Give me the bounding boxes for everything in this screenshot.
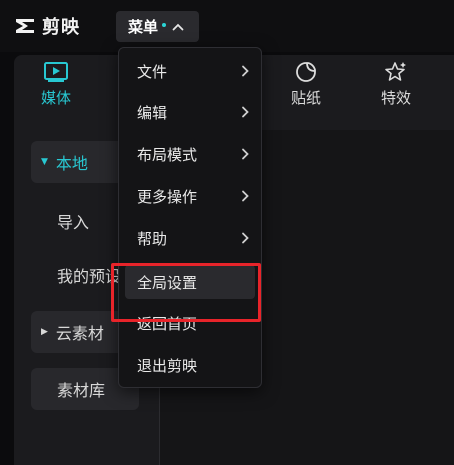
menu-item-label: 帮助	[137, 229, 168, 248]
chevron-right-icon	[242, 148, 249, 160]
menu-item-label: 编辑	[137, 103, 168, 122]
menu-item-label: 文件	[137, 62, 168, 81]
tab-media-label: 媒体	[40, 89, 71, 107]
chevron-right-icon	[242, 106, 249, 118]
app-name: 剪映	[42, 17, 80, 38]
media-icon	[44, 62, 68, 82]
menu-item-label: 退出剪映	[137, 356, 198, 375]
sidebar-item-label: 本地	[55, 154, 88, 173]
menu-item-help[interactable]: 帮助	[125, 221, 255, 255]
menu-item-label: 更多操作	[137, 187, 198, 206]
effects-icon	[385, 62, 406, 81]
capcut-logo-icon	[16, 19, 34, 33]
chevron-right-icon	[242, 190, 249, 202]
sidebar-item-label: 素材库	[57, 381, 106, 400]
main-menu-dropdown: 文件 编辑 布局模式 更多操作 帮助 全局设置 返回首页 退出剪映	[118, 47, 262, 388]
menu-button[interactable]: 菜单	[116, 11, 199, 42]
collapse-triangle-icon: ▶	[41, 327, 48, 337]
chevron-right-icon	[242, 65, 249, 77]
sidebar-item-label: 云素材	[55, 324, 104, 343]
menu-item-layout-mode[interactable]: 布局模式	[125, 137, 255, 171]
menu-item-label: 布局模式	[137, 145, 198, 164]
menu-item-file[interactable]: 文件	[125, 54, 255, 88]
chevron-right-icon	[242, 232, 249, 244]
expand-triangle-icon: ▼	[41, 157, 48, 167]
sidebar-item-label: 导入	[57, 213, 90, 232]
tab-effects-label: 特效	[380, 89, 411, 107]
notification-dot	[162, 22, 167, 27]
menu-item-more-actions[interactable]: 更多操作	[125, 179, 255, 213]
app-logo: 剪映	[14, 13, 80, 39]
tab-effects[interactable]: 特效	[366, 61, 426, 117]
tab-stickers-label: 贴纸	[290, 89, 321, 107]
menu-item-exit[interactable]: 退出剪映	[125, 348, 255, 382]
menu-button-label: 菜单	[128, 18, 159, 36]
sticker-icon	[296, 62, 316, 82]
menu-item-edit[interactable]: 编辑	[125, 95, 255, 129]
tab-media[interactable]: 媒体	[26, 61, 86, 117]
title-bar: 剪映 菜单	[0, 0, 454, 52]
highlight-annotation-box	[111, 263, 261, 322]
tab-stickers[interactable]: 贴纸	[276, 61, 336, 117]
chevron-up-icon	[172, 23, 184, 30]
